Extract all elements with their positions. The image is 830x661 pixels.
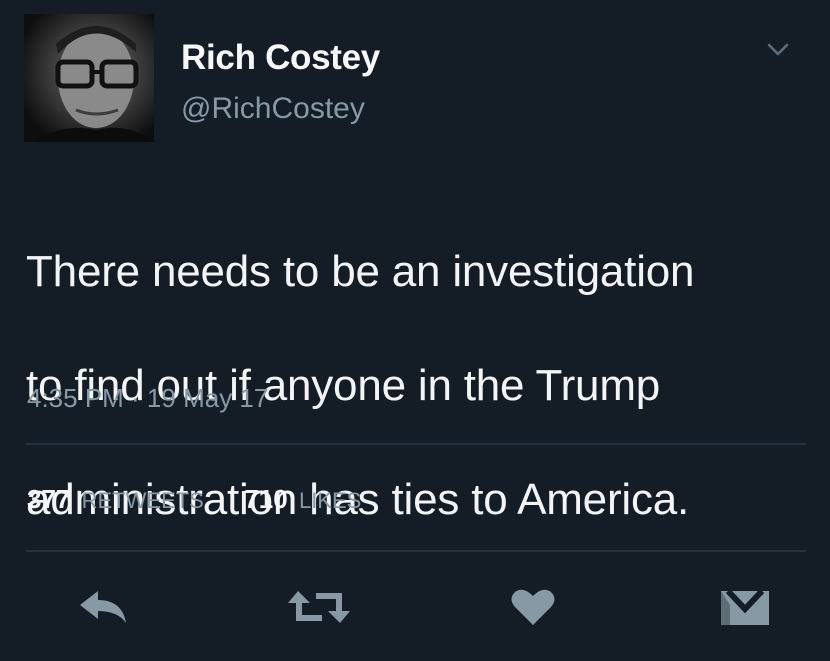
reply-icon <box>80 591 126 623</box>
avatar[interactable] <box>24 14 154 142</box>
heart-icon <box>511 589 555 625</box>
tweet-stats: 377 RETWEETS 710 LIKES <box>27 484 361 515</box>
likes-label: LIKES <box>298 488 362 513</box>
avatar-portrait-icon <box>34 26 154 142</box>
chevron-down-icon[interactable] <box>766 40 790 60</box>
like-button[interactable] <box>508 584 558 630</box>
retweet-button[interactable] <box>284 584 354 630</box>
tweet-timestamp[interactable]: 4:35 PM · 19 May 17 <box>27 383 268 414</box>
display-name[interactable]: Rich Costey <box>181 38 380 78</box>
likes-count: 710 <box>244 484 288 514</box>
divider <box>26 443 806 445</box>
retweets-count: 377 <box>27 484 71 514</box>
user-handle[interactable]: @RichCostey <box>181 92 365 126</box>
direct-message-button[interactable] <box>718 584 772 630</box>
tweet-text-line: There needs to be an investigation <box>26 247 695 296</box>
retweets-stat[interactable]: 377 RETWEETS <box>27 484 211 514</box>
reply-button[interactable] <box>76 584 134 630</box>
tweet-card: Rich Costey @RichCostey There needs to b… <box>0 0 830 661</box>
envelope-icon <box>721 588 769 625</box>
retweets-label: RETWEETS <box>81 488 204 513</box>
retweet-icon <box>288 591 350 623</box>
divider <box>26 550 806 552</box>
likes-stat[interactable]: 710 LIKES <box>244 484 361 514</box>
